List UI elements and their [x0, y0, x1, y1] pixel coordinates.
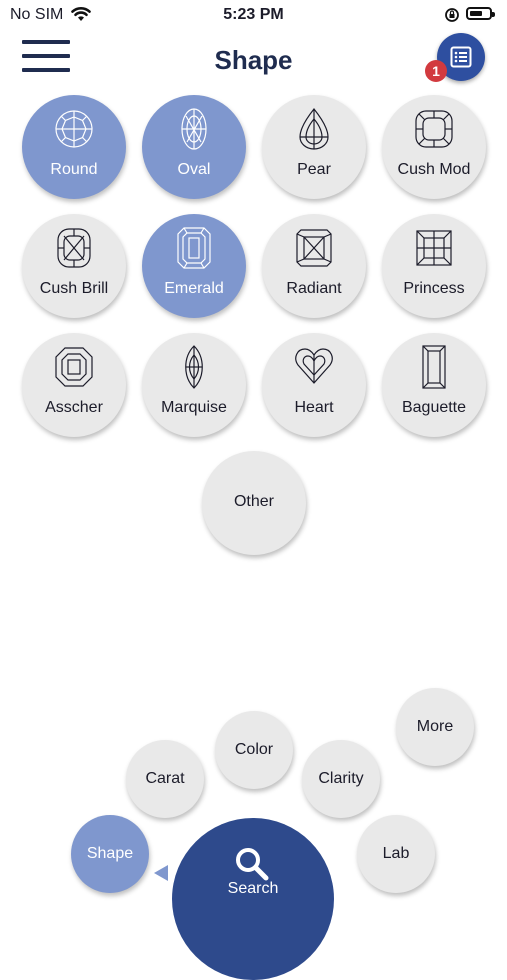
shape-label: Marquise	[161, 399, 227, 416]
status-bar: No SIM 5:23 PM	[0, 0, 507, 30]
heart-diamond-icon	[295, 348, 333, 384]
more-label: More	[416, 718, 454, 735]
more-button[interactable]: More	[396, 688, 474, 766]
shape-label: Heart	[294, 399, 334, 416]
shape-baguette-button[interactable]: Baguette	[382, 333, 486, 437]
shape-label: Cush Brill	[39, 280, 109, 297]
shape-cush-brill-button[interactable]: Cush Brill	[22, 214, 126, 318]
round-diamond-icon	[55, 110, 93, 148]
search-icon	[236, 848, 269, 881]
asscher-diamond-icon	[55, 347, 93, 387]
shape-label: Cush Mod	[397, 161, 471, 178]
shape-princess-button[interactable]: Princess	[382, 214, 486, 318]
shape-heart-button[interactable]: Heart	[262, 333, 366, 437]
shape-asscher-button[interactable]: Asscher	[22, 333, 126, 437]
radiant-diamond-icon	[296, 229, 332, 267]
shape-radiant-button[interactable]: Radiant	[262, 214, 366, 318]
shape-label: Princess	[403, 280, 465, 297]
emerald-diamond-icon	[177, 227, 211, 269]
clock: 5:23 PM	[223, 6, 284, 23]
shape-label: Round	[50, 161, 98, 178]
shape-label: Emerald	[164, 280, 224, 297]
shape-emerald-button[interactable]: Emerald	[142, 214, 246, 318]
princess-diamond-icon	[416, 230, 452, 266]
oval-diamond-icon	[181, 108, 207, 150]
shape-label: Pear	[297, 161, 331, 178]
shape-marquise-button[interactable]: Marquise	[142, 333, 246, 437]
shape-pear-button[interactable]: Pear	[262, 95, 366, 199]
cushion-modified-diamond-icon	[415, 110, 453, 148]
shape-label: Radiant	[286, 280, 342, 297]
shape-other-button[interactable]: Other	[202, 451, 306, 555]
orientation-lock-icon	[444, 7, 460, 28]
battery-icon	[466, 7, 495, 20]
shape-label: Asscher	[45, 399, 103, 416]
color-label: Color	[234, 741, 274, 758]
baguette-diamond-icon	[422, 345, 446, 389]
shape-label: Baguette	[401, 399, 467, 416]
lab-label: Lab	[382, 845, 410, 862]
cushion-brilliant-diamond-icon	[57, 228, 91, 268]
active-pointer-icon	[154, 865, 168, 881]
search-button[interactable]: Search	[172, 818, 334, 980]
carat-label: Carat	[145, 770, 185, 787]
shape-cush-mod-button[interactable]: Cush Mod	[382, 95, 486, 199]
shape-label: Oval	[177, 161, 211, 178]
pear-diamond-icon	[299, 108, 329, 150]
clarity-label: Clarity	[318, 770, 364, 787]
shape-label: Other	[233, 493, 274, 510]
search-label: Search	[227, 880, 279, 897]
marquise-diamond-icon	[185, 345, 203, 389]
color-button[interactable]: Color	[215, 711, 293, 789]
shape-round-button[interactable]: Round	[22, 95, 126, 199]
shape-menu-button[interactable]: Shape	[71, 815, 149, 893]
lab-button[interactable]: Lab	[357, 815, 435, 893]
shape-oval-button[interactable]: Oval	[142, 95, 246, 199]
list-icon	[450, 46, 472, 68]
shape-menu-label: Shape	[86, 845, 134, 862]
clarity-button[interactable]: Clarity	[302, 740, 380, 818]
carat-button[interactable]: Carat	[126, 740, 204, 818]
notification-badge: 1	[425, 60, 447, 82]
